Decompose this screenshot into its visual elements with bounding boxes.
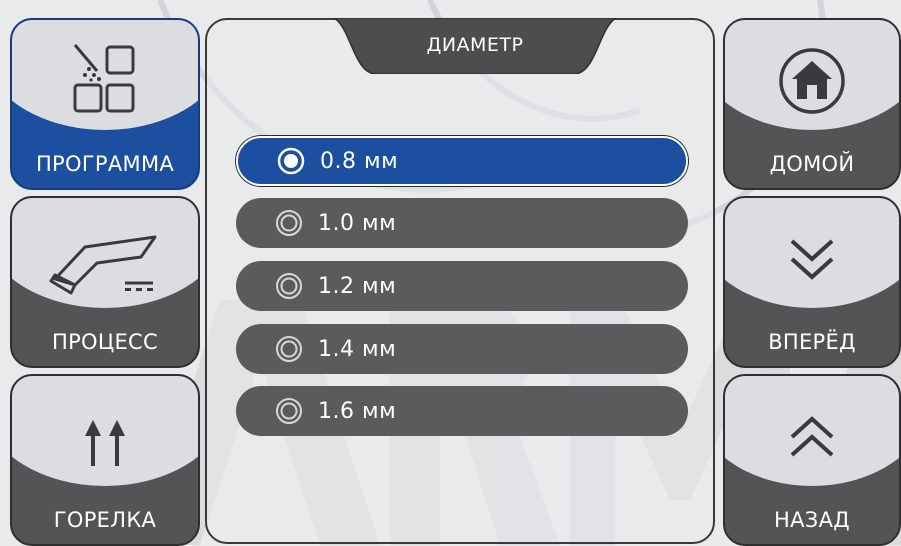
diameter-option-1-2[interactable]: 1.2 мм: [236, 261, 688, 311]
option-value: 1.6 мм: [318, 398, 397, 424]
radio-selected-icon: [277, 147, 305, 175]
chevron-double-up-icon: [725, 394, 899, 480]
home-icon: [725, 38, 899, 124]
program-button[interactable]: ПРОГРАММА: [10, 18, 200, 190]
radio-unselected-icon: [276, 398, 302, 424]
forward-label: ВПЕРЁД: [768, 330, 856, 354]
radio-unselected-icon: [276, 336, 302, 362]
diameter-option-1-4[interactable]: 1.4 мм: [236, 324, 688, 374]
diameter-option-1-6[interactable]: 1.6 мм: [236, 386, 688, 436]
panel-title-tab: ДИАМЕТР: [334, 18, 616, 74]
option-value: 1.2 мм: [318, 273, 397, 299]
option-value: 1.0 мм: [318, 210, 397, 236]
home-label: ДОМОЙ: [769, 152, 855, 176]
process-button[interactable]: ПРОЦЕСС: [10, 196, 200, 368]
process-label: ПРОЦЕСС: [52, 330, 158, 354]
program-label: ПРОГРАММА: [35, 152, 175, 176]
radio-unselected-icon: [276, 210, 302, 236]
double-arrow-up-icon: [12, 394, 198, 480]
chevron-double-down-icon: [725, 216, 899, 302]
option-value: 0.8 мм: [320, 148, 399, 174]
diameter-option-1-0[interactable]: 1.0 мм: [236, 198, 688, 248]
radio-unselected-icon: [276, 273, 302, 299]
program-icon: [12, 38, 198, 124]
back-label: НАЗАД: [774, 508, 850, 532]
panel-title: ДИАМЕТР: [426, 34, 524, 56]
forward-button[interactable]: ВПЕРЁД: [723, 196, 901, 368]
torch-process-icon: [12, 216, 198, 302]
home-button[interactable]: ДОМОЙ: [723, 18, 901, 190]
option-value: 1.4 мм: [318, 336, 397, 362]
torch-label: ГОРЕЛКА: [53, 508, 157, 532]
torch-button[interactable]: ГОРЕЛКА: [10, 374, 200, 546]
diameter-option-0-8[interactable]: 0.8 мм: [236, 136, 688, 186]
back-button[interactable]: НАЗАД: [723, 374, 901, 546]
